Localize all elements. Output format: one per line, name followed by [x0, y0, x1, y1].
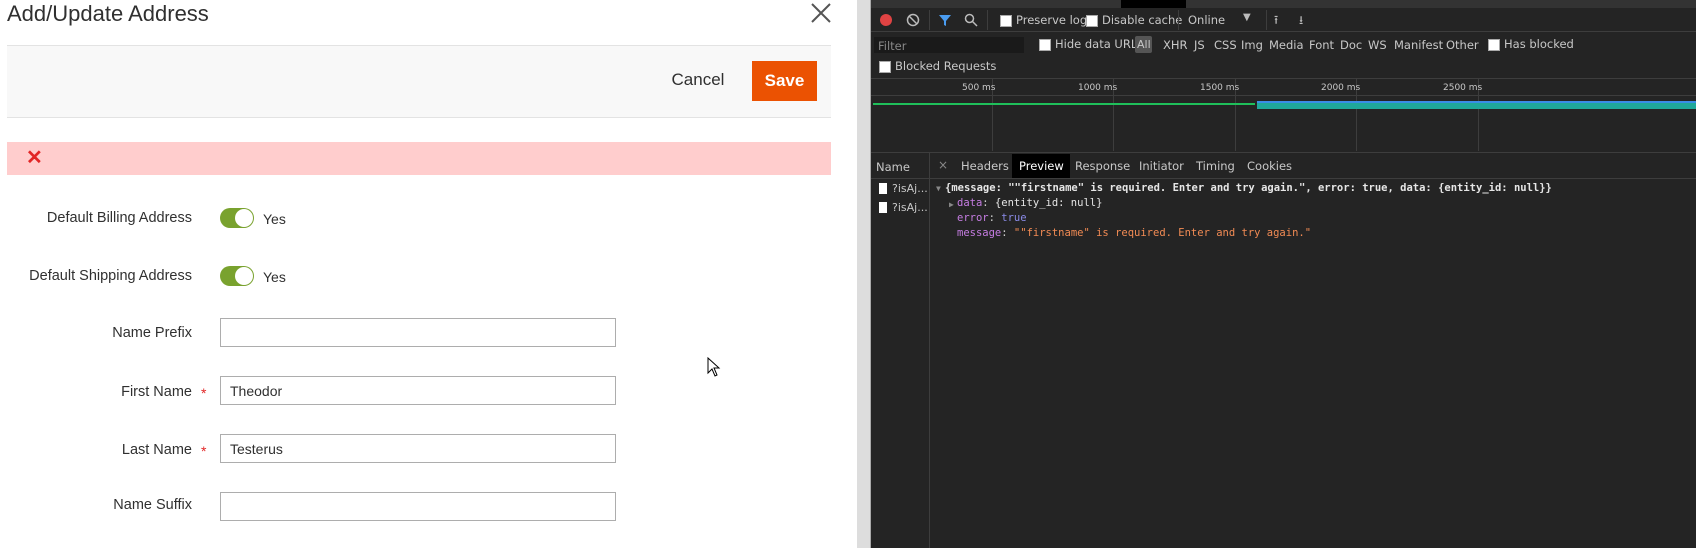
type-filter-other[interactable]: Other — [1446, 38, 1479, 52]
throttle-select[interactable]: Online — [1188, 13, 1225, 27]
timeline-tick: 1500 ms — [1200, 83, 1240, 93]
error-icon: ✕ — [26, 147, 43, 169]
preview-data-line: data: {entity_id: null} — [957, 197, 1103, 209]
search-icon[interactable] — [964, 13, 978, 30]
first-name-label: First Name — [121, 384, 192, 400]
name-prefix-input[interactable] — [220, 318, 616, 347]
preview-summary: {message: ""firstname" is required. Ente… — [945, 182, 1552, 194]
modal-title: Add/Update Address — [7, 1, 209, 26]
tab-timing[interactable]: Timing — [1196, 159, 1235, 173]
panel-splitter[interactable] — [857, 0, 871, 548]
name-suffix-input[interactable] — [220, 492, 616, 521]
default-shipping-toggle[interactable] — [220, 266, 254, 286]
type-filter-manifest[interactable]: Manifest — [1394, 38, 1443, 52]
type-filter-ws[interactable]: WS — [1368, 38, 1387, 52]
preview-error-line: error: true — [957, 212, 1027, 224]
timeline-tick: 2500 ms — [1443, 83, 1483, 93]
name-column-header[interactable]: Name — [876, 160, 910, 174]
devtools-active-tab[interactable] — [1121, 0, 1186, 8]
type-filter-css[interactable]: CSS — [1214, 38, 1237, 52]
timeline-bar-download — [1257, 101, 1696, 109]
last-name-label: Last Name — [121, 442, 192, 458]
close-detail-icon[interactable]: × — [938, 158, 948, 172]
timeline-tick: 500 ms — [962, 83, 996, 93]
has-blocked-label: Has blocked — [1504, 37, 1574, 51]
tab-headers[interactable]: Headers — [961, 159, 1009, 173]
timeline-tick: 1000 ms — [1078, 83, 1118, 93]
message-key: message — [957, 227, 1002, 239]
request-row[interactable]: ?isAj... — [871, 181, 929, 200]
clear-icon[interactable] — [906, 13, 920, 30]
mouse-cursor-icon — [707, 356, 721, 382]
data-key: data — [957, 197, 983, 209]
timeline-bar-waiting — [873, 103, 1255, 105]
name-prefix-label: Name Prefix — [112, 325, 192, 341]
chevron-down-icon[interactable]: ▼ — [1243, 12, 1251, 23]
preserve-log-label: Preserve log — [1016, 13, 1088, 27]
tab-preview[interactable]: Preview — [1019, 159, 1064, 173]
error-value: true — [1001, 212, 1027, 224]
import-har-icon[interactable]: ⭱ — [1274, 11, 1278, 32]
type-filter-doc[interactable]: Doc — [1340, 38, 1362, 52]
default-billing-value: Yes — [263, 211, 286, 227]
document-icon — [879, 183, 887, 194]
request-name: ?isAj... — [892, 182, 928, 195]
disable-cache-checkbox[interactable] — [1086, 15, 1098, 27]
save-button[interactable]: Save — [752, 61, 817, 101]
type-filter-all[interactable]: All — [1137, 38, 1151, 51]
tab-response[interactable]: Response — [1075, 159, 1130, 173]
blocked-requests-checkbox[interactable] — [879, 61, 891, 73]
close-icon[interactable] — [809, 1, 833, 25]
request-row[interactable]: ?isAj... — [871, 200, 929, 219]
devtools-network-panel: Preserve log Disable cache Online ▼ ⭱ ⭳ … — [871, 0, 1696, 548]
message-value: ""firstname" is required. Enter and try … — [1013, 227, 1312, 239]
disable-cache-label: Disable cache — [1102, 13, 1183, 27]
document-icon — [879, 202, 887, 213]
last-name-input[interactable]: Testerus — [220, 434, 616, 463]
hide-data-urls-checkbox[interactable] — [1039, 39, 1051, 51]
address-modal: Add/Update Address Cancel Save ✕ Default… — [0, 0, 857, 548]
record-icon[interactable] — [880, 14, 892, 26]
default-billing-toggle[interactable] — [220, 208, 254, 228]
required-marker: * — [201, 385, 207, 401]
filter-icon[interactable] — [938, 13, 952, 30]
tab-cookies[interactable]: Cookies — [1247, 159, 1292, 173]
timeline-tick: 2000 ms — [1321, 83, 1361, 93]
type-filter-xhr[interactable]: XHR — [1163, 38, 1188, 52]
blocked-requests-label: Blocked Requests — [895, 59, 997, 73]
hide-data-urls-label: Hide data URLs — [1055, 37, 1144, 51]
network-timeline[interactable]: 500 ms 1000 ms 1500 ms 2000 ms 2500 ms — [871, 79, 1696, 151]
data-value: {entity_id: null} — [994, 197, 1103, 209]
collapse-triangle-icon[interactable]: ▶ — [949, 200, 954, 209]
type-filter-js[interactable]: JS — [1194, 38, 1205, 52]
default-shipping-label: Default Shipping Address — [29, 268, 192, 284]
cancel-button[interactable]: Cancel — [666, 64, 730, 96]
request-name: ?isAj... — [892, 201, 928, 214]
type-filter-img[interactable]: Img — [1241, 38, 1263, 52]
first-name-input[interactable]: Theodor — [220, 376, 616, 405]
export-har-icon[interactable]: ⭳ — [1299, 11, 1303, 32]
error-key: error — [957, 212, 989, 224]
has-blocked-checkbox[interactable] — [1488, 39, 1500, 51]
default-billing-label: Default Billing Address — [46, 210, 192, 226]
tab-initiator[interactable]: Initiator — [1139, 159, 1184, 173]
filter-input-placeholder: Filter — [878, 39, 907, 53]
devtools-tabstrip — [871, 0, 1696, 8]
required-marker: * — [201, 443, 207, 459]
error-message-bar — [7, 142, 831, 175]
name-suffix-label: Name Suffix — [113, 497, 192, 513]
preview-message-line: message: ""firstname" is required. Enter… — [957, 227, 1312, 239]
default-shipping-value: Yes — [263, 269, 286, 285]
preserve-log-checkbox[interactable] — [1000, 15, 1012, 27]
type-filter-font[interactable]: Font — [1309, 38, 1334, 52]
expand-triangle-icon[interactable]: ▼ — [936, 184, 941, 193]
type-filter-media[interactable]: Media — [1269, 38, 1304, 52]
